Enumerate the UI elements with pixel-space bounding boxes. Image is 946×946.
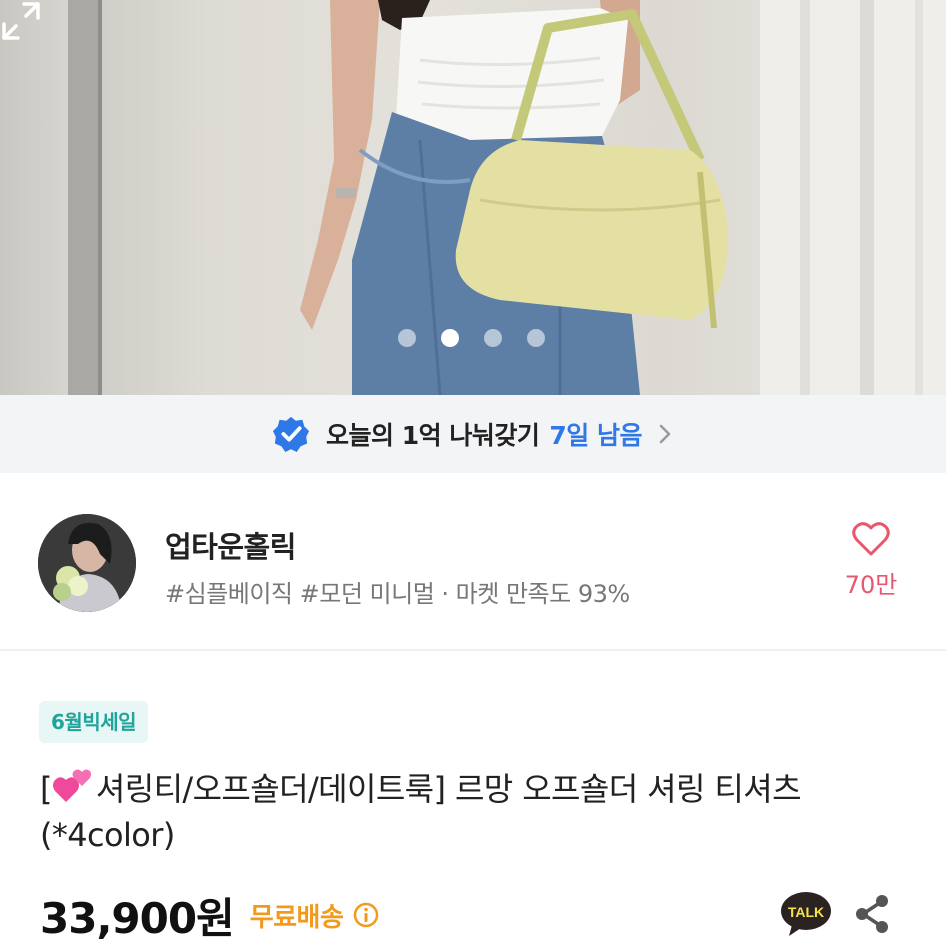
chevron-right-icon (659, 424, 671, 444)
carousel-dot[interactable] (398, 329, 416, 347)
carousel-indicator (398, 329, 545, 347)
shop-avatar[interactable] (38, 514, 136, 612)
info-icon[interactable] (353, 902, 379, 928)
price: 33,900원 (40, 893, 235, 943)
like-count: 70만 (844, 571, 898, 599)
kakao-talk-icon[interactable]: TALK (780, 891, 832, 937)
two-hearts-emoji-icon (52, 769, 91, 802)
promo-remaining: 7일 남음 (549, 421, 642, 450)
like-button[interactable]: 70만 (838, 521, 904, 600)
shop-name[interactable]: 업타운홀릭 (165, 524, 296, 566)
carousel-dot[interactable] (484, 329, 502, 347)
avatar-image (38, 514, 136, 612)
carousel-dot-active[interactable] (441, 329, 459, 347)
title-prefix: [ (40, 770, 52, 808)
heart-icon (852, 522, 890, 556)
product-title: [셔링티/오프숄더/데이트룩] 르망 오프숄더 셔링 티셔츠 (*4color) (40, 766, 910, 858)
verified-badge-icon (272, 416, 310, 453)
shipping-label: 무료배송 (249, 902, 344, 933)
title-text: 셔링티/오프숄더/데이트룩] 르망 오프숄더 셔링 티셔츠 (*4color) (40, 770, 802, 854)
price-row: 33,900원 무료배송 (40, 885, 379, 945)
talk-label: TALK (788, 904, 824, 920)
share-icon[interactable] (853, 893, 891, 935)
promo-text: 오늘의 1억 나눠갖기 (326, 421, 540, 450)
carousel-dot[interactable] (527, 329, 545, 347)
fullscreen-expand-icon[interactable] (0, 0, 42, 42)
promo-banner[interactable]: 오늘의 1억 나눠갖기 7일 남음 (0, 395, 946, 473)
shop-tags: #심플베이직 #모던 미니멀 · 마켓 만족도 93% (165, 580, 630, 608)
sale-badge: 6월빅세일 (39, 701, 149, 743)
product-image-carousel[interactable] (0, 0, 946, 395)
shop-info: 업타운홀릭 #심플베이직 #모던 미니멀 · 마켓 만족도 93% 70만 (0, 473, 946, 651)
